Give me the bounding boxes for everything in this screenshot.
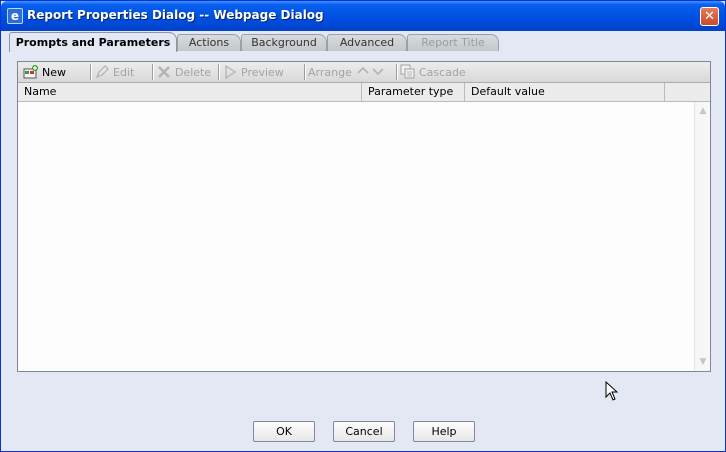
cascade-button-label: Cascade [419, 65, 466, 79]
parameters-list[interactable] [18, 102, 694, 371]
parameters-toolbar: New Edit Delete Preview Arrange Cascade [18, 62, 710, 83]
close-button[interactable]: ✕ [700, 7, 719, 26]
toolbar-divider [90, 64, 92, 80]
ie-icon: e [7, 8, 23, 24]
cancel-button[interactable]: Cancel [333, 421, 395, 442]
table-header: Name Parameter type Default value [18, 83, 710, 102]
window-title: Report Properties Dialog -- Webpage Dial… [27, 8, 324, 22]
tab-strip: Prompts and Parameters Actions Backgroun… [9, 32, 719, 52]
toolbar-divider [304, 64, 306, 80]
close-icon: ✕ [704, 9, 715, 24]
preview-button-label: Preview [241, 65, 284, 79]
tab-prompts-and-parameters[interactable]: Prompts and Parameters [9, 32, 177, 52]
delete-x-icon [156, 64, 172, 80]
title-bar[interactable]: e Report Properties Dialog -- Webpage Di… [1, 1, 725, 31]
scroll-up-arrow-icon[interactable]: ▲ [697, 105, 709, 117]
pencil-icon [94, 64, 110, 80]
tab-report-title: Report Title [407, 34, 499, 51]
arrow-up-icon [355, 64, 371, 80]
cascade-button[interactable]: Cascade [400, 63, 466, 81]
column-header-default-value[interactable]: Default value [465, 83, 665, 101]
arrange-button[interactable]: Arrange [308, 63, 386, 81]
edit-button-label: Edit [113, 65, 135, 79]
toolbar-divider [396, 64, 398, 80]
cascade-icon [400, 64, 416, 80]
new-button-label: New [42, 65, 66, 79]
parameters-panel: New Edit Delete Preview Arrange Cascade … [17, 61, 711, 372]
toolbar-divider [152, 64, 154, 80]
column-header-name[interactable]: Name [18, 83, 362, 101]
delete-button-label: Delete [175, 65, 212, 79]
tab-actions[interactable]: Actions [177, 34, 241, 51]
edit-button[interactable]: Edit [94, 63, 134, 81]
play-icon [222, 64, 238, 80]
tab-advanced[interactable]: Advanced [327, 34, 407, 51]
arrow-down-icon [370, 64, 386, 80]
help-button[interactable]: Help [413, 421, 475, 442]
tab-background[interactable]: Background [241, 34, 327, 51]
dialog-window: e Report Properties Dialog -- Webpage Di… [0, 0, 726, 452]
ok-button[interactable]: OK [253, 421, 315, 442]
new-parameter-icon [23, 64, 39, 80]
mouse-pointer-icon [605, 380, 619, 401]
toolbar-divider [218, 64, 220, 80]
new-button[interactable]: New [23, 63, 66, 81]
delete-button[interactable]: Delete [156, 63, 211, 81]
column-header-parameter-type[interactable]: Parameter type [362, 83, 465, 101]
vertical-scrollbar[interactable]: ▲ ▼ [694, 102, 710, 371]
preview-button[interactable]: Preview [222, 63, 284, 81]
scroll-down-arrow-icon[interactable]: ▼ [697, 356, 709, 368]
arrange-button-label: Arrange [308, 65, 352, 79]
